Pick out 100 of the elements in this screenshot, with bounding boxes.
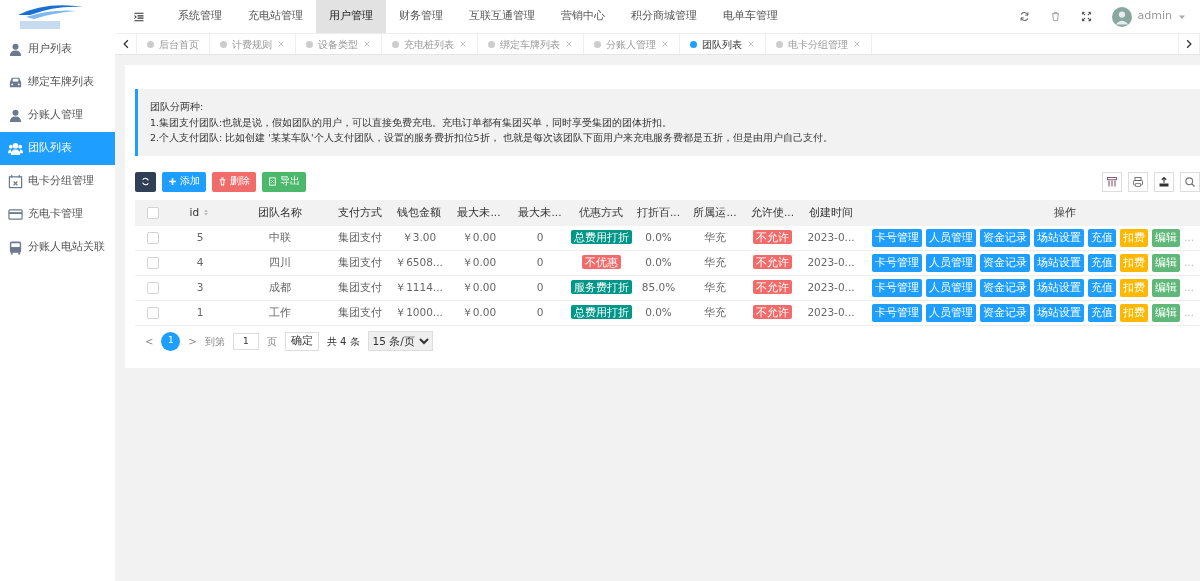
page-tab[interactable]: 团队列表	[680, 34, 766, 54]
action-button[interactable]: 编辑	[1152, 279, 1180, 297]
close-icon[interactable]	[363, 40, 371, 48]
action-button[interactable]: 编辑	[1152, 254, 1180, 272]
action-button[interactable]: 充值	[1088, 228, 1116, 247]
select-all-checkbox[interactable]	[146, 206, 159, 219]
add-button[interactable]: 添加	[162, 171, 206, 192]
menu-icon[interactable]	[133, 10, 145, 23]
export-icon	[1158, 175, 1170, 188]
user-name[interactable]: admin	[1137, 8, 1172, 25]
page-size-select[interactable]: 15 条/页	[367, 331, 433, 351]
sort-icon[interactable]	[202, 208, 211, 218]
sidebar-item[interactable]: 分账人电站关联	[0, 231, 115, 264]
action-button[interactable]: 编辑	[1152, 228, 1180, 247]
search-icon	[1184, 175, 1196, 188]
scroll-right-button[interactable]	[1178, 34, 1200, 54]
action-button[interactable]: 卡号管理	[872, 254, 922, 272]
action-button[interactable]: 场站设置	[1034, 304, 1084, 322]
nav-tab[interactable]: 互联互通管理	[456, 0, 548, 33]
page-tab[interactable]: 计费规则	[210, 34, 296, 54]
nav-tab[interactable]: 系统管理	[165, 0, 235, 33]
row-checkbox[interactable]	[146, 257, 159, 270]
refresh-button[interactable]	[135, 171, 156, 192]
sidebar-item[interactable]: 充电卡管理	[0, 198, 115, 231]
page-tab[interactable]: 后台首页	[137, 34, 210, 54]
search-button[interactable]	[1180, 171, 1200, 192]
page-tab[interactable]: 绑定车牌列表	[478, 34, 584, 54]
page-number[interactable]: 1	[161, 331, 181, 351]
nav-tab[interactable]: 电单车管理	[710, 0, 791, 33]
action-button[interactable]: 场站设置	[1034, 228, 1084, 247]
page-tab[interactable]: 电卡分组管理	[766, 34, 872, 54]
column-header: 操作	[1053, 205, 1076, 218]
close-icon[interactable]	[661, 40, 669, 48]
table-cell: 华充	[704, 230, 726, 243]
print-button[interactable]	[1128, 171, 1148, 192]
action-button[interactable]: 扣费	[1120, 304, 1148, 322]
action-button[interactable]: 扣费	[1120, 228, 1148, 247]
page-tab[interactable]: 分账人管理	[584, 34, 680, 54]
trash-icon[interactable]	[1049, 11, 1061, 22]
action-button[interactable]: 充值	[1088, 254, 1116, 272]
action-button[interactable]: 卡号管理	[872, 304, 922, 322]
nav-tab[interactable]: 用户管理	[316, 0, 386, 33]
close-icon[interactable]	[565, 40, 573, 48]
action-button[interactable]: 扣费	[1120, 279, 1148, 297]
sidebar-item[interactable]: 电卡分组管理	[0, 165, 115, 198]
sidebar-item[interactable]: 团队列表	[0, 132, 115, 165]
table-cell: ￥1000...	[395, 306, 443, 319]
close-icon[interactable]	[459, 40, 467, 48]
page-tab[interactable]: 充电桩列表	[382, 34, 478, 54]
page-input[interactable]: 1	[232, 332, 259, 350]
refresh-icon[interactable]	[1018, 11, 1030, 22]
action-button[interactable]: 人员管理	[926, 304, 976, 322]
users-icon	[8, 141, 23, 156]
more-text: ...	[1184, 230, 1194, 243]
user-icon	[8, 108, 23, 123]
action-button[interactable]: 资金记录	[980, 254, 1030, 272]
fullscreen-icon[interactable]	[1080, 11, 1092, 22]
action-button[interactable]: 卡号管理	[872, 279, 922, 297]
next-page-button[interactable]: >	[188, 333, 197, 349]
table-cell: 华充	[704, 281, 726, 294]
action-button[interactable]: 编辑	[1152, 304, 1180, 322]
action-button[interactable]: 场站设置	[1034, 279, 1084, 297]
nav-tab[interactable]: 财务管理	[386, 0, 456, 33]
close-icon[interactable]	[277, 40, 285, 48]
action-button[interactable]: 人员管理	[926, 279, 976, 297]
export-button[interactable]: 导出	[262, 171, 306, 192]
prev-page-button[interactable]: <	[145, 333, 154, 349]
action-button[interactable]: 人员管理	[926, 228, 976, 247]
close-icon[interactable]	[853, 40, 861, 48]
action-button[interactable]: 人员管理	[926, 254, 976, 272]
action-button[interactable]: 扣费	[1120, 254, 1148, 272]
sidebar-item[interactable]: 绑定车牌列表	[0, 66, 115, 99]
table-cell: 3	[196, 281, 204, 294]
confirm-button[interactable]: 确定	[284, 331, 319, 351]
action-button[interactable]: 资金记录	[980, 279, 1030, 297]
close-icon[interactable]	[747, 40, 755, 48]
action-button[interactable]: 充值	[1088, 304, 1116, 322]
export-file-button[interactable]	[1154, 171, 1174, 192]
action-button[interactable]: 卡号管理	[872, 228, 922, 247]
action-button[interactable]: 资金记录	[980, 304, 1030, 322]
row-checkbox[interactable]	[146, 307, 159, 320]
nav-tab[interactable]: 积分商城管理	[618, 0, 710, 33]
column-header: 钱包金额	[397, 205, 441, 218]
row-checkbox[interactable]	[146, 282, 159, 295]
column-header[interactable]: id	[189, 205, 200, 218]
document-icon	[268, 177, 277, 186]
nav-tab[interactable]: 营销中心	[548, 0, 618, 33]
action-button[interactable]: 资金记录	[980, 228, 1030, 247]
row-checkbox[interactable]	[146, 231, 159, 244]
page-tab[interactable]: 设备类型	[296, 34, 382, 54]
nav-tab[interactable]: 充电站管理	[235, 0, 316, 33]
delete-button[interactable]: 删除	[212, 171, 256, 192]
avatar-icon[interactable]	[1111, 6, 1132, 27]
action-button[interactable]: 充值	[1088, 279, 1116, 297]
sidebar-item[interactable]: 用户列表	[0, 33, 115, 66]
sidebar-item[interactable]: 分账人管理	[0, 99, 115, 132]
action-button[interactable]: 场站设置	[1034, 254, 1084, 272]
refresh-icon	[141, 177, 150, 186]
column-header: 打折百...	[637, 205, 680, 218]
column-header: 支付方式	[338, 205, 382, 218]
